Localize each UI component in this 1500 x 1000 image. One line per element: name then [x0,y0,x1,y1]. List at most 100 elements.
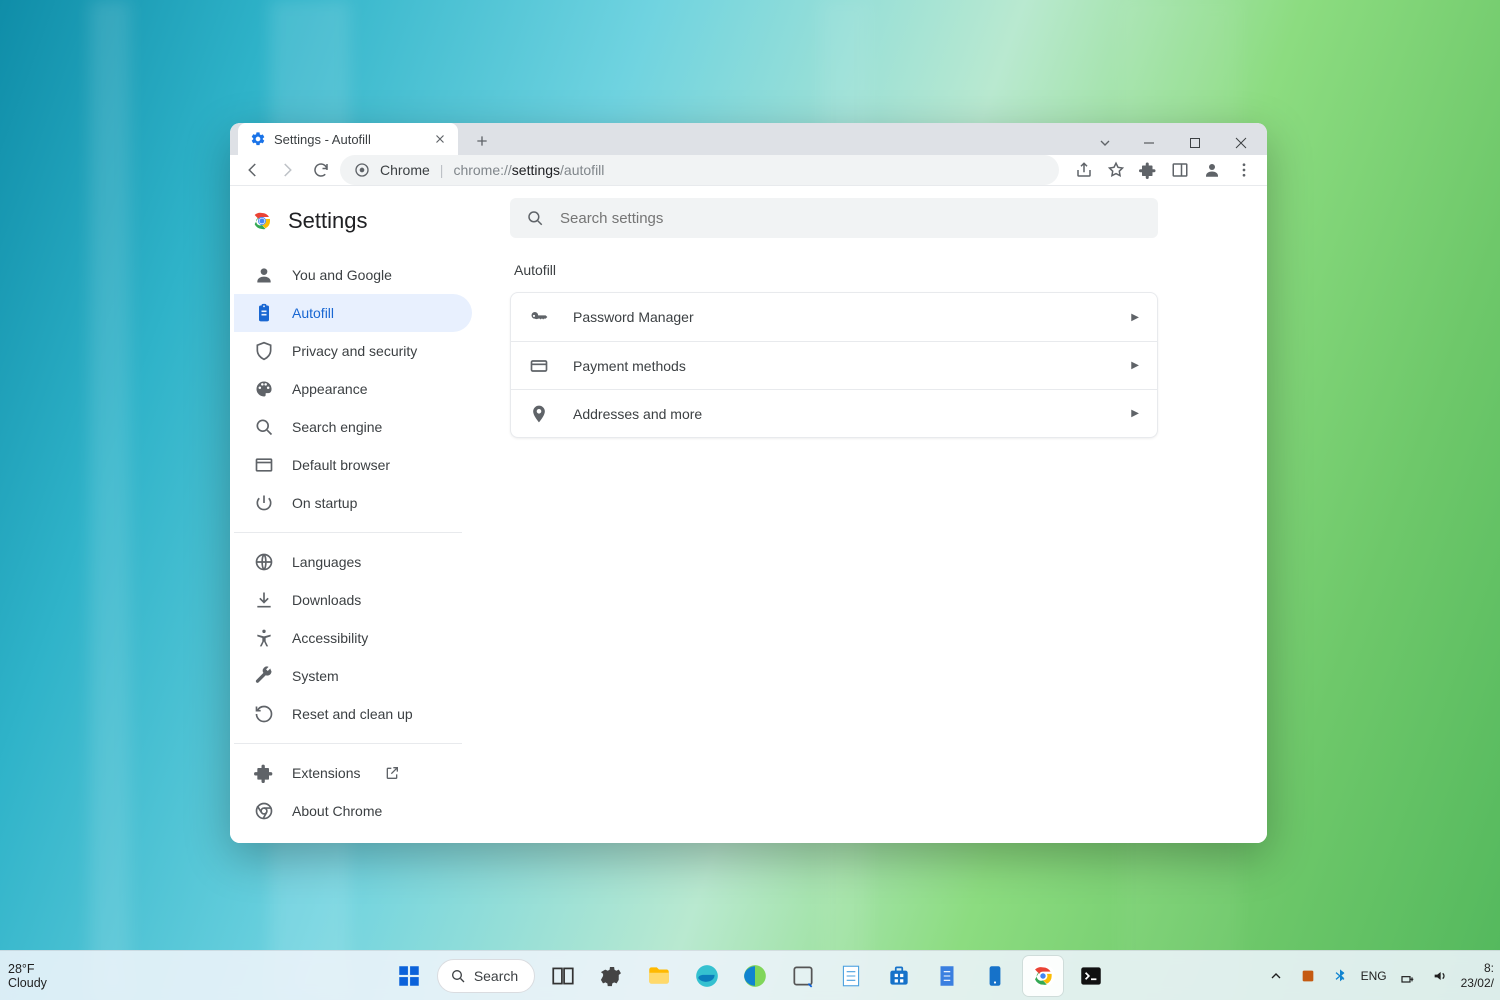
download-icon [254,590,274,610]
row-payment-methods[interactable]: Payment methods ▶ [511,341,1157,389]
sidebar-item-system[interactable]: System [234,657,472,695]
tabs-dropdown-button[interactable] [1091,129,1119,157]
palette-icon [254,379,274,399]
sidebar-item-label: Default browser [292,457,390,473]
browser-tab[interactable]: Settings - Autofill [238,123,458,155]
credit-card-icon [529,356,549,376]
taskbar-app-doc[interactable] [927,956,967,996]
window-minimize-button[interactable] [1127,128,1171,158]
sidebar-item-you-and-google[interactable]: You and Google [234,256,472,294]
sidebar-item-accessibility[interactable]: Accessibility [234,619,472,657]
settings-title: Settings [288,208,368,234]
sidebar-item-label: Extensions [292,765,360,781]
tray-volume-icon[interactable] [1429,965,1451,987]
settings-main: Autofill Password Manager ▶ Payment meth… [482,186,1267,843]
taskbar-app-terminal[interactable] [1071,956,1111,996]
taskbar-search-label: Search [474,968,518,984]
tray-bluetooth-icon[interactable] [1329,965,1351,987]
row-label: Payment methods [573,358,1131,374]
windows-taskbar: 28°F Cloudy Search ENG 8: [0,950,1500,1000]
taskbar-app-edge-2[interactable] [735,956,775,996]
sidebar-item-about-chrome[interactable]: About Chrome [234,792,472,830]
tray-overflow-button[interactable] [1265,965,1287,987]
share-button[interactable] [1069,155,1099,185]
sidebar-separator [234,743,462,744]
sidebar-separator [234,532,462,533]
sidebar-item-label: On startup [292,495,357,511]
sidebar-item-autofill[interactable]: Autofill [234,294,472,332]
taskbar-app-phone[interactable] [975,956,1015,996]
taskbar-app-store[interactable] [879,956,919,996]
sidebar-item-label: System [292,668,339,684]
taskbar-app-edge[interactable] [687,956,727,996]
sidebar-item-label: Accessibility [292,630,368,646]
autofill-card: Password Manager ▶ Payment methods ▶ Add… [510,292,1158,438]
tray-security-icon[interactable] [1297,965,1319,987]
sidebar-item-extensions[interactable]: Extensions [234,754,472,792]
tab-strip: Settings - Autofill [230,123,1267,155]
globe-icon [254,552,274,572]
gear-icon [250,131,266,147]
key-icon [529,307,549,327]
sidebar-item-search-engine[interactable]: Search engine [234,408,472,446]
sidebar-item-downloads[interactable]: Downloads [234,581,472,619]
settings-search[interactable] [510,198,1158,238]
extension-icon [254,763,274,783]
row-addresses[interactable]: Addresses and more ▶ [511,389,1157,437]
settings-sidebar: Settings You and Google Autofill Privacy… [230,186,482,843]
address-origin-label: Chrome [380,162,430,178]
taskbar-app-notepad[interactable] [831,956,871,996]
window-icon [254,455,274,475]
tab-close-button[interactable] [432,131,448,147]
chevron-right-icon: ▶ [1131,360,1139,371]
person-icon [254,265,274,285]
taskbar-app-chrome[interactable] [1023,956,1063,996]
address-url: chrome://settings/autofill [453,162,604,178]
address-divider: | [440,162,444,178]
sidebar-item-label: Search engine [292,419,382,435]
chrome-logo-icon [250,209,274,233]
window-maximize-button[interactable] [1173,128,1217,158]
chevron-right-icon: ▶ [1131,312,1139,323]
taskbar-app-snip[interactable] [783,956,823,996]
sidebar-item-privacy[interactable]: Privacy and security [234,332,472,370]
reload-button[interactable] [306,155,336,185]
row-label: Password Manager [573,309,1131,325]
taskbar-search[interactable]: Search [437,959,535,993]
taskbar-app-settings[interactable] [591,956,631,996]
forward-button[interactable] [272,155,302,185]
new-tab-button[interactable] [468,127,496,155]
back-button[interactable] [238,155,268,185]
sidebar-item-default-browser[interactable]: Default browser [234,446,472,484]
system-tray: ENG 8: 23/02/ [1265,951,1494,1000]
location-pin-icon [529,404,549,424]
sidebar-item-reset[interactable]: Reset and clean up [234,695,472,733]
tray-language[interactable]: ENG [1361,969,1387,983]
tray-time: 8: [1484,961,1494,975]
sidebar-item-languages[interactable]: Languages [234,543,472,581]
chrome-window: Settings - Autofill Chrome | [230,123,1267,843]
browser-toolbar: Chrome | chrome://settings/autofill [230,155,1267,186]
sidebar-item-label: You and Google [292,267,392,283]
sidebar-item-label: Appearance [292,381,368,397]
sidebar-item-appearance[interactable]: Appearance [234,370,472,408]
shield-icon [254,341,274,361]
chevron-right-icon: ▶ [1131,408,1139,419]
start-button[interactable] [389,956,429,996]
taskbar-app-explorer[interactable] [639,956,679,996]
weather-desc: Cloudy [8,976,47,990]
tray-clock[interactable]: 8: 23/02/ [1461,961,1494,990]
tab-title: Settings - Autofill [274,132,424,147]
window-close-button[interactable] [1219,128,1263,158]
sidebar-item-label: About Chrome [292,803,382,819]
search-icon [254,417,274,437]
address-bar[interactable]: Chrome | chrome://settings/autofill [340,155,1059,185]
tray-network-icon[interactable] [1397,965,1419,987]
row-password-manager[interactable]: Password Manager ▶ [511,293,1157,341]
sidebar-item-on-startup[interactable]: On startup [234,484,472,522]
weather-widget[interactable]: 28°F Cloudy [8,951,47,1000]
sidebar-item-label: Downloads [292,592,361,608]
settings-search-input[interactable] [560,210,1142,227]
task-view-button[interactable] [543,956,583,996]
power-icon [254,493,274,513]
